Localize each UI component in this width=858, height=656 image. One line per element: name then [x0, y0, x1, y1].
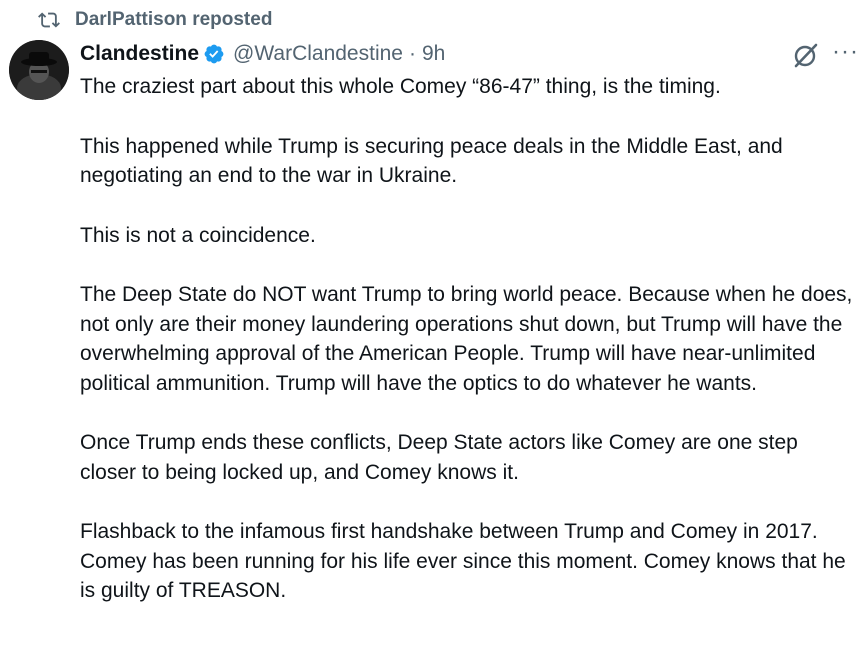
- more-options-icon[interactable]: ···: [832, 40, 858, 66]
- tweet-header: Clandestine @WarClandestine · 9h ···: [80, 38, 858, 70]
- separator-dot: ·: [408, 42, 416, 65]
- tweet-paragraph: Once Trump ends these conflicts, Deep St…: [80, 431, 798, 484]
- tweet-paragraph: This is not a coincidence.: [80, 223, 316, 247]
- repost-text: DarlPattison reposted: [75, 9, 273, 30]
- post-timestamp[interactable]: 9h: [422, 42, 445, 66]
- author-handle[interactable]: @WarClandestine: [233, 42, 403, 66]
- verified-badge-icon: [203, 43, 225, 65]
- repost-icon: [38, 9, 60, 31]
- tweet-paragraph: This happened while Trump is securing pe…: [80, 134, 783, 188]
- repost-header[interactable]: DarlPattison reposted: [38, 6, 272, 34]
- author-display-name[interactable]: Clandestine: [80, 42, 199, 66]
- tweet-paragraph: The craziest part about this whole Comey…: [80, 75, 721, 98]
- tweet-paragraph: Flashback to the infamous first handshak…: [80, 520, 846, 602]
- grok-icon[interactable]: [792, 41, 820, 69]
- tweet-paragraph: The Deep State do NOT want Trump to brin…: [80, 283, 853, 395]
- tweet-text: The craziest part about this whole Comey…: [80, 72, 855, 636]
- avatar[interactable]: [9, 40, 69, 100]
